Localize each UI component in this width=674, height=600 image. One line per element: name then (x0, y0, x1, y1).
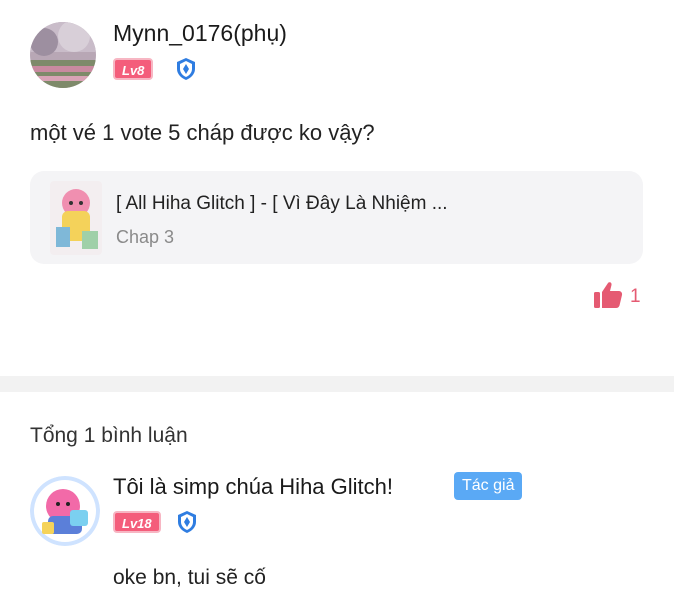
author-tag-badge: Tác giả (454, 472, 523, 500)
verified-shield-icon (175, 510, 199, 534)
post-text: một vé 1 vote 5 cháp được ko vậy? (30, 120, 375, 145)
level-badge: Lv18 (113, 511, 161, 533)
post-author-name[interactable]: Mynn_0176(phụ) (113, 20, 287, 47)
post-card: Mynn_0176(phụ) Lv8 một vé 1 vote 5 cháp … (0, 0, 674, 376)
level-badge: Lv8 (113, 58, 154, 80)
comment-author-avatar[interactable] (30, 476, 100, 546)
verified-shield-icon (174, 57, 198, 81)
story-link-card[interactable]: [ All Hiha Glitch ] - [ Vì Đây Là Nhiệm … (30, 171, 643, 264)
story-chapter: Chap 3 (116, 227, 175, 247)
comment-author-name[interactable]: Tôi là simp chúa Hiha Glitch! (113, 474, 393, 500)
story-title: [ All Hiha Glitch ] - [ Vì Đây Là Nhiệm … (116, 193, 448, 214)
like-count: 1 (630, 286, 641, 307)
story-cover-image (50, 181, 102, 255)
comment-text: oke bn, tui sẽ cố (113, 566, 266, 589)
like-button[interactable]: 1 (593, 281, 641, 314)
thumbs-up-icon (593, 281, 623, 314)
section-divider (0, 376, 674, 392)
post-author-avatar[interactable] (30, 22, 96, 88)
comments-section: Tổng 1 bình luận Tôi là simp chúa Hiha G… (0, 392, 674, 600)
comments-count: Tổng 1 bình luận (30, 424, 188, 447)
